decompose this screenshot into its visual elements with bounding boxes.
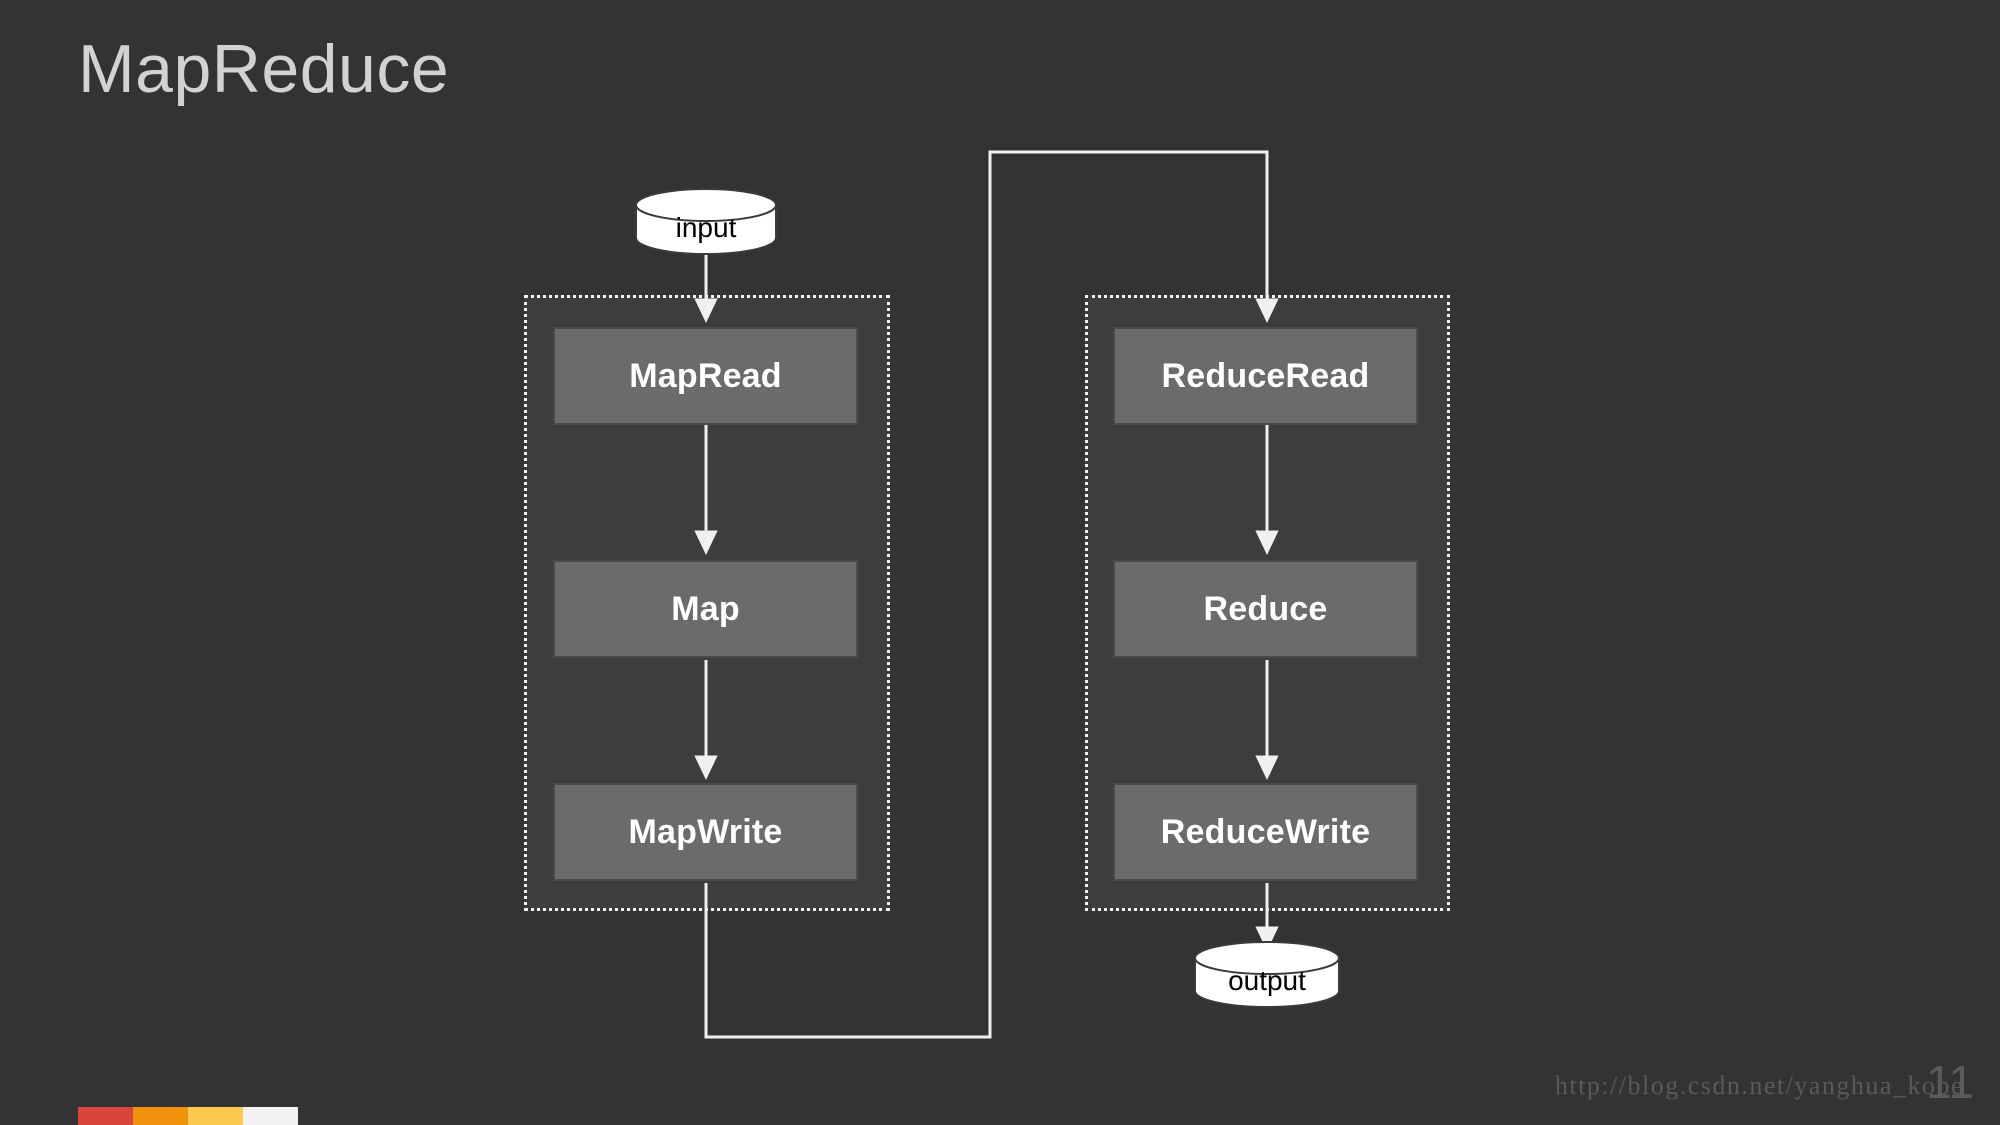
- node-reduce-read[interactable]: ReduceRead: [1113, 327, 1418, 425]
- node-map-write-label: MapWrite: [628, 812, 783, 851]
- node-map-read-label: MapRead: [629, 356, 782, 395]
- accent-bar-segment-2: [188, 1107, 243, 1125]
- node-output[interactable]: output: [1195, 942, 1339, 1007]
- node-map-read[interactable]: MapRead: [553, 327, 858, 425]
- watermark-url: http://blog.csdn.net/yanghua_kobe: [1554, 1071, 1964, 1100]
- slide-canvas: Map Reduce input output MapRead Map MapWr…: [0, 0, 2000, 1125]
- node-reduce-read-label: ReduceRead: [1161, 356, 1370, 395]
- node-reduce[interactable]: Reduce: [1113, 560, 1418, 658]
- node-output-label: output: [1228, 964, 1306, 996]
- accent-bar-segment-1: [133, 1107, 188, 1125]
- node-input[interactable]: input: [636, 189, 776, 254]
- node-map-write[interactable]: MapWrite: [553, 783, 858, 881]
- accent-bar-segment-3: [243, 1107, 298, 1125]
- node-reduce-write[interactable]: ReduceWrite: [1113, 783, 1418, 881]
- accent-bar-segment-0: [78, 1107, 133, 1125]
- node-map-label: Map: [671, 589, 740, 628]
- node-reduce-write-label: ReduceWrite: [1160, 812, 1371, 851]
- node-input-label: input: [675, 211, 737, 243]
- flow-connectors: [635, 150, 1340, 1039]
- node-map[interactable]: Map: [553, 560, 858, 658]
- accent-color-bar: [78, 1107, 298, 1125]
- node-reduce-label: Reduce: [1203, 589, 1328, 628]
